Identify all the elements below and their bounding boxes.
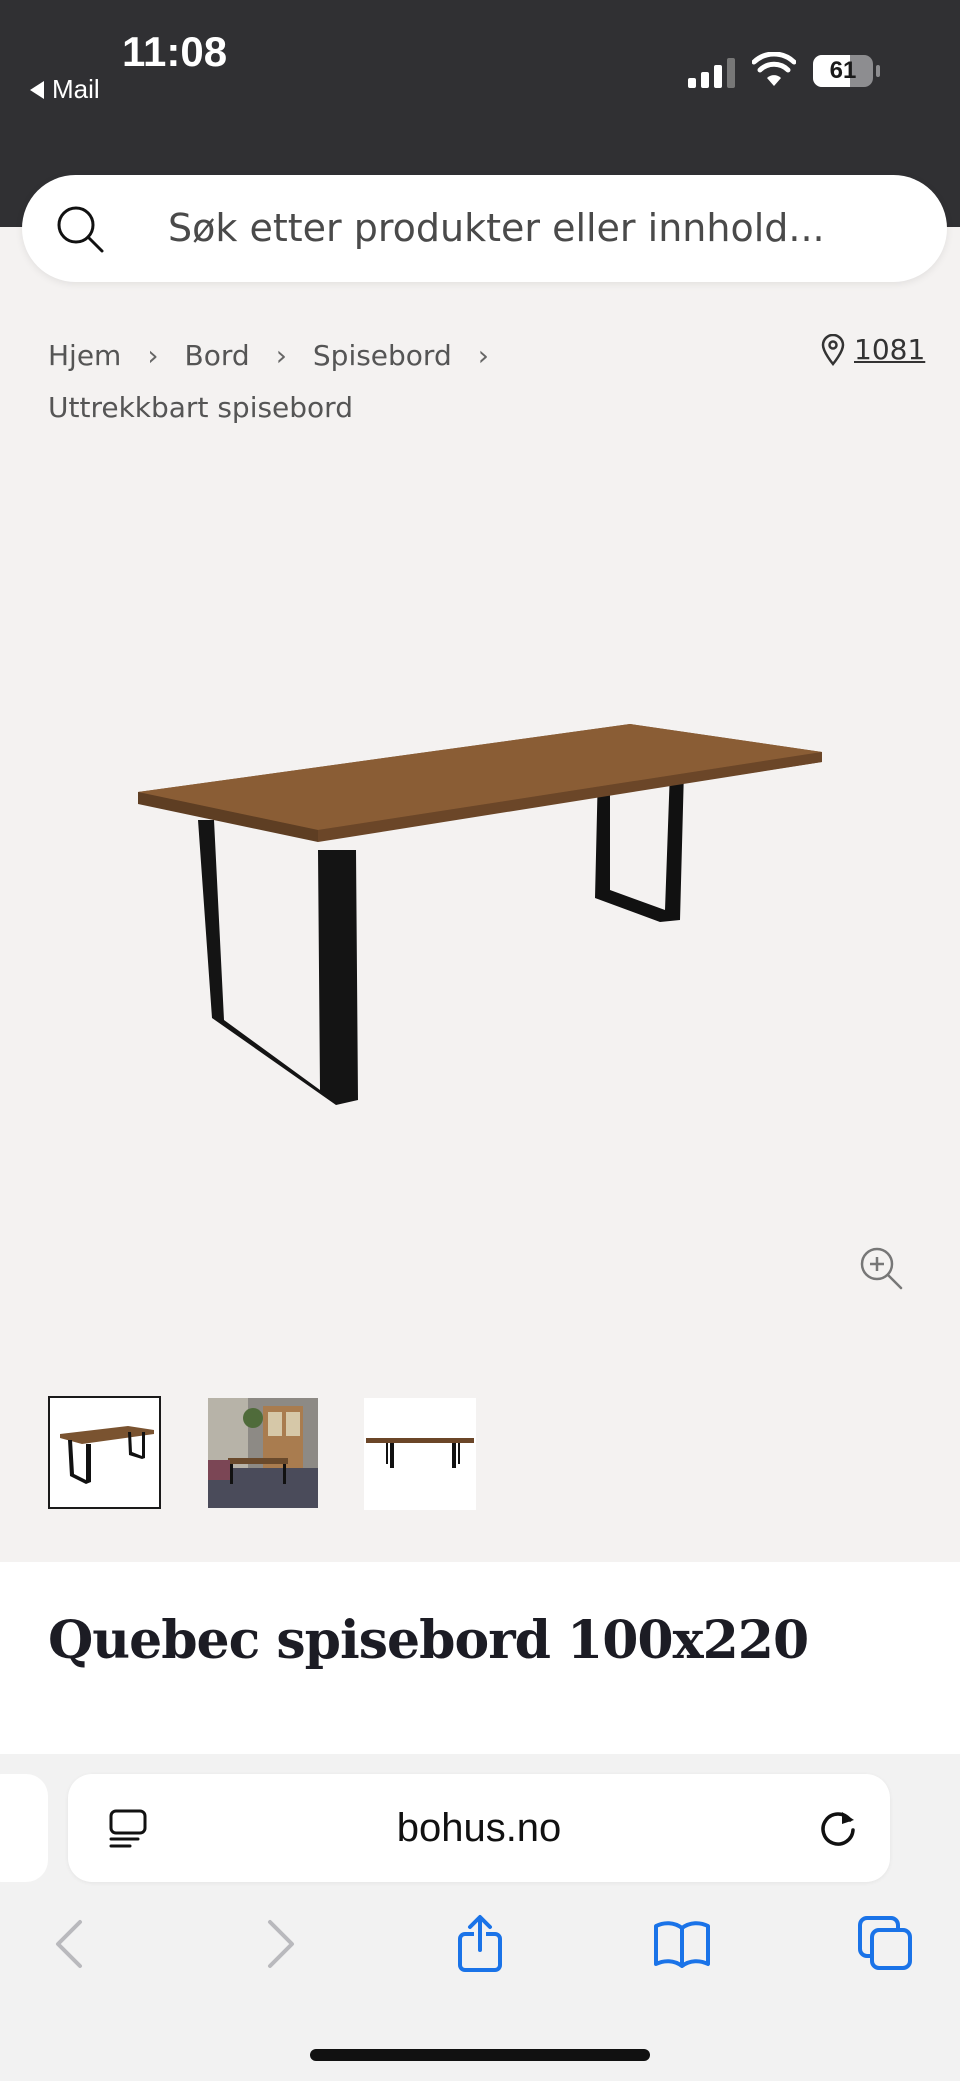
search-bar[interactable] [22,175,947,282]
clock: 11:08 [122,28,228,75]
battery-level: 61 [829,57,857,84]
back-to-mail-link[interactable]: Mail [30,74,100,105]
forward-icon[interactable] [248,1914,308,1974]
zoom-icon[interactable] [858,1245,904,1291]
breadcrumb-home[interactable]: Hjem [48,330,121,382]
tabs-icon[interactable] [856,1914,916,1974]
chevron-right-icon: › [477,339,489,372]
wifi-icon [752,52,796,86]
breadcrumb-bord[interactable]: Bord [185,330,250,382]
reload-icon[interactable] [816,1806,860,1850]
breadcrumb-spisebord[interactable]: Spisebord [313,330,452,382]
home-indicator[interactable] [310,2049,650,2061]
store-selector[interactable]: 1081 [820,333,925,366]
address-bar[interactable]: bohus.no [68,1774,890,1882]
store-number[interactable]: 1081 [854,333,925,366]
location-pin-icon [821,333,845,366]
browser-toolbar: bohus.no [0,1754,960,2081]
product-title: Quebec spisebord 100x220 [48,1610,809,1671]
url-text[interactable]: bohus.no [68,1774,890,1882]
breadcrumb-current: Uttrekkbart spisebord [48,391,353,424]
breadcrumb: Hjem › Bord › Spisebord › Uttrekkbart sp… [48,330,808,434]
share-icon[interactable] [450,1914,510,1974]
cellular-signal-icon [688,58,735,88]
back-icon[interactable] [42,1914,102,1974]
thumbnail-table-side[interactable] [364,1398,476,1510]
chevron-right-icon: › [275,339,287,372]
previous-tab-edge[interactable] [0,1774,48,1882]
back-arrow-icon [30,80,44,99]
product-image[interactable] [120,700,840,1120]
search-input[interactable] [168,195,898,261]
bookmarks-icon[interactable] [652,1914,712,1974]
search-icon[interactable] [52,201,108,257]
thumbnail-room[interactable] [208,1398,318,1508]
thumbnail-table[interactable] [48,1396,161,1509]
back-app-label: Mail [52,74,100,104]
battery-icon: 61 [813,55,881,87]
chevron-right-icon: › [147,339,159,372]
